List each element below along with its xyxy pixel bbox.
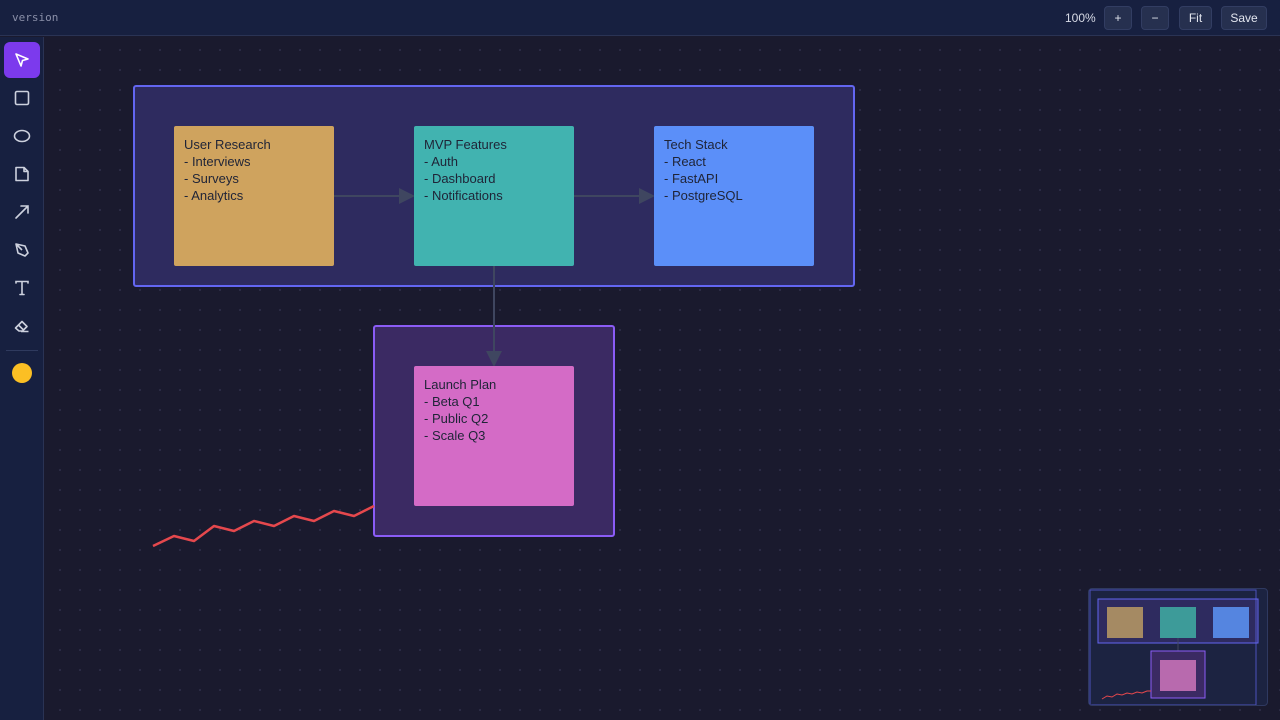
- cursor-icon: [15, 53, 29, 67]
- note-title: Launch Plan: [424, 377, 497, 392]
- sticky-note-tool[interactable]: [4, 156, 40, 192]
- toolbar-separator: [6, 350, 38, 351]
- square-icon: [14, 90, 30, 106]
- note-line: - Surveys: [184, 171, 239, 186]
- note-line: - Notifications: [424, 188, 503, 203]
- arrow-icon: [15, 205, 29, 219]
- note-line: - Scale Q3: [424, 428, 486, 443]
- note-title: Tech Stack: [664, 137, 728, 152]
- zoom-in-button[interactable]: +: [1104, 6, 1132, 30]
- note-title: MVP Features: [424, 137, 507, 152]
- arrow-tool[interactable]: [4, 194, 40, 230]
- note-line: - Public Q2: [424, 411, 489, 426]
- note-line: - FastAPI: [664, 171, 719, 186]
- sticky-note-tech-stack[interactable]: Tech Stack - React - FastAPI - PostgreSQ…: [654, 126, 814, 266]
- note-line: - Interviews: [184, 154, 251, 169]
- color-swatch[interactable]: [12, 363, 32, 383]
- save-button[interactable]: Save: [1221, 6, 1267, 30]
- sticky-note-launch-plan[interactable]: Launch Plan - Beta Q1 - Public Q2 - Scal…: [414, 366, 574, 506]
- zoom-out-button[interactable]: −: [1141, 6, 1169, 30]
- rectangle-tool[interactable]: [4, 80, 40, 116]
- sticky-note-mvp-features[interactable]: MVP Features - Auth - Dashboard - Notifi…: [414, 126, 574, 266]
- minimap-note: [1160, 660, 1196, 691]
- minimap-note: [1107, 607, 1143, 638]
- minimap-note: [1213, 607, 1249, 638]
- pen-tool[interactable]: [4, 232, 40, 268]
- minimap[interactable]: [1088, 588, 1268, 706]
- note-line: - Analytics: [184, 188, 244, 203]
- eraser-tool[interactable]: [4, 308, 40, 344]
- note-title: User Research: [184, 137, 271, 152]
- note-icon: [15, 166, 29, 182]
- pen-icon: [15, 243, 29, 257]
- top-bar: version 100% + − Fit Save: [0, 0, 1280, 36]
- minimap-stroke: [1101, 690, 1151, 700]
- note-line: - Auth: [424, 154, 458, 169]
- note-line: - React: [664, 154, 706, 169]
- zoom-level: 100%: [1065, 11, 1096, 25]
- note-line: - Dashboard: [424, 171, 496, 186]
- fit-button[interactable]: Fit: [1179, 6, 1212, 30]
- sticky-note-user-research[interactable]: User Research - Interviews - Surveys - A…: [174, 126, 334, 266]
- select-tool[interactable]: [4, 42, 40, 78]
- text-tool[interactable]: [4, 270, 40, 306]
- note-line: - PostgreSQL: [664, 188, 743, 203]
- eraser-icon: [14, 320, 29, 333]
- minimap-preview: [1089, 589, 1259, 705]
- ellipse-tool[interactable]: [4, 118, 40, 154]
- tool-sidebar: [0, 37, 44, 720]
- app-title: version: [12, 11, 59, 24]
- ellipse-icon: [13, 129, 31, 143]
- text-icon: [15, 280, 29, 296]
- note-line: - Beta Q1: [424, 394, 480, 409]
- minimap-note: [1160, 607, 1196, 638]
